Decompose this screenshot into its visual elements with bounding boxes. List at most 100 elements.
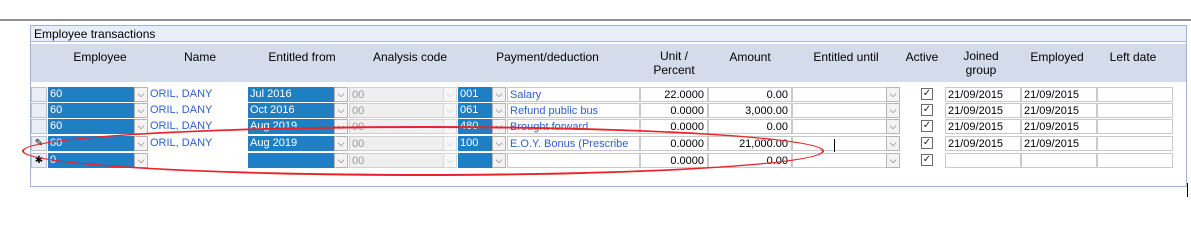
row-edit-icon[interactable]: ✎ — [31, 136, 47, 151]
amount-cell[interactable]: 0.00 — [708, 87, 792, 102]
col-left-date[interactable]: Left date — [1095, 44, 1171, 82]
left-date-cell[interactable] — [1097, 119, 1173, 134]
employed-cell: 21/09/2015 — [1021, 87, 1097, 102]
pay-code-cell[interactable]: 001 — [458, 87, 492, 102]
entitled-until-cell[interactable] — [792, 136, 888, 151]
entitled-until-cell[interactable] — [792, 103, 888, 118]
employee-cell[interactable]: 60 — [48, 103, 134, 118]
amount-cell[interactable]: 0.00 — [708, 153, 792, 168]
joined-group-cell: 21/09/2015 — [945, 119, 1021, 134]
pay-code-cell[interactable] — [458, 153, 492, 168]
chevron-down-icon[interactable]: ⌵ — [134, 103, 148, 118]
employee-transactions-panel: Employee transactions Employee Name Enti… — [30, 25, 1187, 187]
chevron-down-icon[interactable]: ⌵ — [334, 136, 348, 151]
left-date-cell[interactable] — [1097, 153, 1173, 168]
col-employee[interactable]: Employee — [48, 44, 152, 82]
chevron-down-icon[interactable]: ⌵ — [886, 136, 900, 151]
unit-cell[interactable]: 0.0000 — [640, 119, 708, 134]
joined-group-cell: 21/09/2015 — [945, 103, 1021, 118]
row-selector[interactable] — [31, 103, 47, 118]
chevron-down-icon[interactable]: ⌵ — [334, 103, 348, 118]
panel-title: Employee transactions — [31, 26, 1186, 42]
entitled-from-cell[interactable]: Aug 2019 — [248, 136, 334, 151]
chevron-down-icon[interactable]: ⌵ — [334, 87, 348, 102]
chevron-down-icon[interactable]: ⌵ — [134, 119, 148, 134]
unit-cell[interactable]: 22.0000 — [640, 87, 708, 102]
pay-code-cell[interactable]: 480 — [458, 119, 492, 134]
row-selector[interactable] — [31, 119, 47, 134]
active-checkbox[interactable]: ✓ — [921, 88, 933, 100]
employed-cell: 21/09/2015 — [1021, 136, 1097, 151]
chevron-down-icon[interactable]: ⌵ — [886, 153, 900, 168]
pay-code-cell[interactable]: 100 — [458, 136, 492, 151]
chevron-down-icon[interactable]: ⌵ — [492, 87, 506, 102]
col-entitled-until[interactable]: Entitled until — [791, 44, 901, 82]
unit-cell[interactable]: 0.0000 — [640, 103, 708, 118]
analysis-code-cell: 00 — [349, 103, 445, 118]
chevron-down-icon[interactable]: ⌵ — [134, 153, 148, 168]
table-row: 60 ⌵ ORIL, DANY Oct 2016 ⌵ 00 ⌵ 061 ⌵ Refund publ… — [31, 103, 1186, 119]
entitled-until-cell[interactable] — [792, 153, 888, 168]
chevron-down-icon: ⌵ — [443, 87, 457, 102]
chevron-down-icon[interactable]: ⌵ — [492, 136, 506, 151]
chevron-down-icon: ⌵ — [443, 119, 457, 134]
row-selector[interactable] — [31, 87, 47, 102]
chevron-down-icon: ⌵ — [443, 153, 457, 168]
unit-cell[interactable]: 0.0000 — [640, 136, 708, 151]
text-cursor-right — [1187, 183, 1188, 197]
entitled-from-cell[interactable] — [248, 153, 334, 168]
col-employed[interactable]: Employed — [1019, 44, 1095, 82]
chevron-down-icon[interactable]: ⌵ — [134, 87, 148, 102]
col-entitled-from[interactable]: Entitled from — [248, 44, 356, 82]
chevron-down-icon[interactable]: ⌵ — [886, 119, 900, 134]
chevron-down-icon[interactable]: ⌵ — [334, 119, 348, 134]
active-checkbox[interactable]: ✓ — [921, 104, 933, 116]
chevron-down-icon[interactable]: ⌵ — [134, 136, 148, 151]
employee-cell[interactable]: 60 — [48, 119, 134, 134]
chevron-down-icon[interactable]: ⌵ — [492, 119, 506, 134]
entitled-from-cell[interactable]: Oct 2016 — [248, 103, 334, 118]
analysis-code-cell: 00 — [349, 119, 445, 134]
amount-cell[interactable]: 3,000.00 — [708, 103, 792, 118]
new-row-icon[interactable]: ✱ — [31, 153, 47, 168]
amount-cell[interactable]: 0.00 — [708, 119, 792, 134]
joined-group-cell — [945, 153, 1021, 168]
col-name[interactable]: Name — [152, 44, 248, 82]
left-date-cell[interactable] — [1097, 136, 1173, 151]
chevron-down-icon[interactable]: ⌵ — [492, 153, 506, 168]
joined-group-cell: 21/09/2015 — [945, 87, 1021, 102]
left-date-cell[interactable] — [1097, 103, 1173, 118]
col-amount[interactable]: Amount — [709, 44, 791, 82]
unit-cell[interactable]: 0.0000 — [640, 153, 708, 168]
active-checkbox[interactable]: ✓ — [921, 137, 933, 149]
amount-cell[interactable]: 21,000.00 — [708, 136, 792, 151]
col-analysis-code[interactable]: Analysis code — [356, 44, 464, 82]
employee-cell[interactable]: 0 — [48, 153, 134, 168]
analysis-code-cell: 00 — [349, 136, 445, 151]
entitled-from-cell[interactable]: Jul 2016 — [248, 87, 334, 102]
table-row: ✎ 60 ⌵ ORIL, DANY Aug 2019 ⌵ 00 ⌵ 100 ⌵ E.O.Y. Bon… — [31, 136, 1186, 152]
employee-cell[interactable]: 60 — [48, 136, 134, 151]
window-divider — [0, 19, 1191, 21]
left-date-cell[interactable] — [1097, 87, 1173, 102]
active-checkbox[interactable]: ✓ — [921, 120, 933, 132]
chevron-down-icon[interactable]: ⌵ — [886, 87, 900, 102]
entitled-until-cell[interactable] — [792, 119, 888, 134]
pay-code-cell[interactable]: 061 — [458, 103, 492, 118]
chevron-down-icon[interactable]: ⌵ — [886, 103, 900, 118]
name-cell: ORIL, DANY — [150, 137, 213, 149]
chevron-down-icon[interactable]: ⌵ — [334, 153, 348, 168]
chevron-down-icon[interactable]: ⌵ — [492, 103, 506, 118]
col-payment-deduction[interactable]: Payment/deduction — [456, 44, 639, 82]
active-checkbox[interactable]: ✓ — [921, 154, 933, 166]
entitled-from-cell[interactable]: Aug 2019 — [248, 119, 334, 134]
col-unit-percent[interactable]: Unit / Percent — [639, 44, 709, 82]
name-cell: ORIL, DANY — [150, 120, 213, 132]
col-active[interactable]: Active — [901, 44, 943, 82]
pay-name-cell: Brought forward — [507, 119, 640, 134]
text-cursor — [834, 139, 835, 152]
entitled-until-cell[interactable] — [792, 87, 888, 102]
joined-group-cell: 21/09/2015 — [945, 136, 1021, 151]
col-joined-group[interactable]: Joined group — [943, 44, 1019, 82]
employee-cell[interactable]: 60 — [48, 87, 134, 102]
